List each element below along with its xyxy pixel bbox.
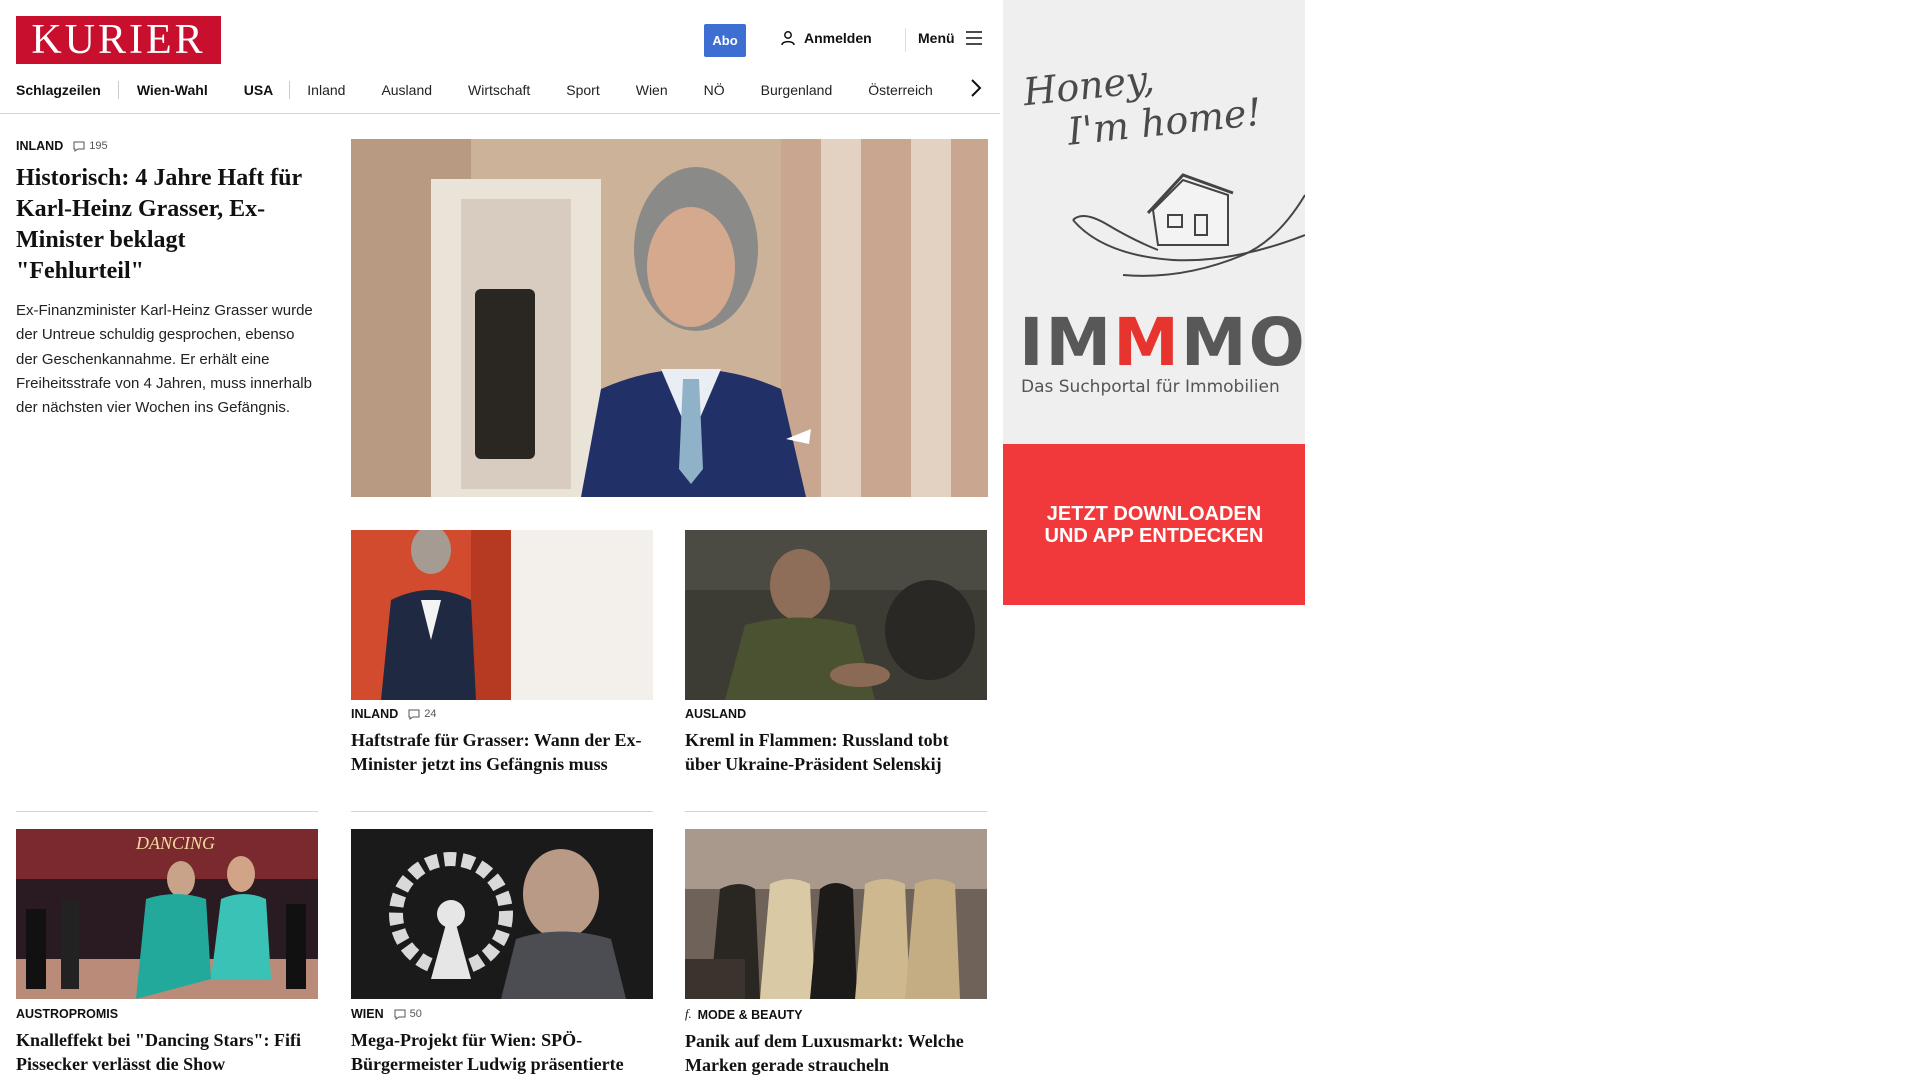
card-image[interactable]	[685, 530, 987, 700]
lead-category[interactable]: INLAND	[16, 139, 63, 153]
card-image[interactable]	[351, 530, 653, 700]
nav-divider	[289, 81, 291, 99]
nav-item-schlagzeilen[interactable]: Schlagzeilen	[16, 82, 101, 98]
house-in-hand-icon	[1072, 173, 1305, 277]
article-card[interactable]: INLAND 24 Haftstrafe für Grasser: Wann d…	[351, 707, 653, 776]
user-icon	[781, 31, 795, 46]
card-meta: INLAND 24	[351, 707, 653, 721]
card-meta: AUSLAND	[685, 707, 987, 721]
logo-text: MO	[1180, 304, 1305, 381]
card-meta: f. MODE & BEAUTY	[685, 1007, 987, 1022]
menu-label: Menü	[918, 30, 955, 46]
nav-divider-line	[0, 113, 1000, 114]
lead-story[interactable]: INLAND 195 Historisch: 4 Jahre Haft für …	[16, 139, 316, 420]
card-headline[interactable]: Mega-Projekt für Wien: SPÖ-Bürgermeister…	[351, 1028, 653, 1080]
lead-headline[interactable]: Historisch: 4 Jahre Haft für Karl-Heinz …	[16, 163, 316, 287]
card-image[interactable]	[351, 829, 653, 999]
comment-count[interactable]: 24	[408, 708, 436, 720]
article-card[interactable]: AUSTROPROMIS Knalleffekt bei "Dancing St…	[16, 1007, 318, 1076]
comment-count[interactable]: 50	[394, 1008, 422, 1020]
section-nav: Schlagzeilen Wien-Wahl USA Inland Auslan…	[16, 78, 1000, 102]
ad-cta-button[interactable]: JETZT DOWNLOADEN UND APP ENTDECKEN	[1003, 444, 1305, 605]
comment-icon	[394, 1009, 406, 1020]
ad-script-text: Honey, I'm home!	[1021, 46, 1264, 158]
header-divider	[905, 28, 906, 52]
card-category[interactable]: WIEN	[351, 1007, 384, 1021]
article-card[interactable]: f. MODE & BEAUTY Panik auf dem Luxusmark…	[685, 1007, 987, 1077]
card-category[interactable]: MODE & BEAUTY	[698, 1008, 803, 1022]
card-category[interactable]: INLAND	[351, 707, 398, 721]
nav-item-wien-wahl[interactable]: Wien-Wahl	[137, 82, 208, 98]
card-image[interactable]	[685, 829, 987, 999]
page: KURIER Abo Anmelden Menü Schlagzeilen Wi…	[0, 0, 1000, 1080]
article-card[interactable]: WIEN 50 Mega-Projekt für Wien: SPÖ-Bürge…	[351, 1007, 653, 1080]
article-card[interactable]: AUSLAND Kreml in Flammen: Russland tobt …	[685, 707, 987, 776]
lead-meta: INLAND 195	[16, 139, 316, 153]
nav-item-ausland[interactable]: Ausland	[381, 82, 432, 98]
logo-text: IM	[1019, 304, 1114, 381]
nav-item-wirtschaft[interactable]: Wirtschaft	[468, 82, 530, 98]
nav-divider	[117, 81, 119, 99]
ad-cta-line: JETZT DOWNLOADEN	[1046, 502, 1262, 525]
immmo-logo: IMMMO	[1019, 310, 1305, 376]
nav-item-oesterreich[interactable]: Österreich	[868, 82, 933, 98]
comment-count-value: 24	[424, 708, 437, 720]
nav-item-usa[interactable]: USA	[244, 82, 274, 98]
hamburger-icon	[965, 31, 982, 45]
comment-count-value: 195	[89, 140, 108, 152]
nav-item-noe[interactable]: NÖ	[704, 82, 725, 98]
nav-item-inland[interactable]: Inland	[307, 82, 345, 98]
card-meta: WIEN 50	[351, 1007, 653, 1021]
lead-teaser: Ex-Finanzminister Karl-Heinz Grasser wur…	[16, 302, 313, 417]
card-headline[interactable]: Kreml in Flammen: Russland tobt über Ukr…	[685, 728, 987, 776]
premium-icon: f.	[685, 1007, 692, 1021]
comment-count-value: 50	[409, 1008, 422, 1020]
nav-item-burgenland[interactable]: Burgenland	[761, 82, 833, 98]
card-category[interactable]: AUSLAND	[685, 707, 746, 721]
login-button[interactable]: Anmelden	[780, 30, 872, 46]
comment-count[interactable]: 195	[73, 140, 108, 152]
svg-text:DANCING: DANCING	[135, 833, 215, 853]
menu-button[interactable]: Menü	[918, 30, 983, 46]
abo-button[interactable]: Abo	[704, 24, 746, 57]
card-category[interactable]: AUSTROPROMIS	[16, 1007, 118, 1021]
card-divider	[16, 811, 318, 812]
card-meta: AUSTROPROMIS	[16, 1007, 318, 1021]
advertisement[interactable]: Honey, I'm home! IMMMO Das Suchportal fü…	[1003, 0, 1305, 605]
card-headline[interactable]: Knalleffekt bei "Dancing Stars": Fifi Pi…	[16, 1028, 318, 1076]
card-divider	[351, 811, 653, 812]
comment-icon	[408, 709, 420, 720]
kurier-logo[interactable]: KURIER	[16, 16, 221, 64]
nav-item-sport[interactable]: Sport	[566, 82, 599, 98]
card-divider	[685, 811, 987, 812]
lead-image[interactable]	[351, 139, 988, 497]
card-headline[interactable]: Haftstrafe für Grasser: Wann der Ex-Mini…	[351, 728, 653, 776]
ad-visual: Honey, I'm home! IMMMO Das Suchportal fü…	[1003, 0, 1305, 444]
chevron-right-icon[interactable]	[968, 76, 984, 100]
logo-text: M	[1113, 304, 1181, 381]
ad-tagline: Das Suchportal für Immobilien	[1021, 377, 1280, 397]
card-image[interactable]: DANCING	[16, 829, 318, 999]
comment-icon	[73, 141, 85, 152]
card-headline[interactable]: Panik auf dem Luxusmarkt: Welche Marken …	[685, 1029, 987, 1077]
login-label: Anmelden	[804, 30, 872, 46]
nav-item-wien[interactable]: Wien	[636, 82, 668, 98]
ad-cta-line: UND APP ENTDECKEN	[1044, 524, 1264, 547]
